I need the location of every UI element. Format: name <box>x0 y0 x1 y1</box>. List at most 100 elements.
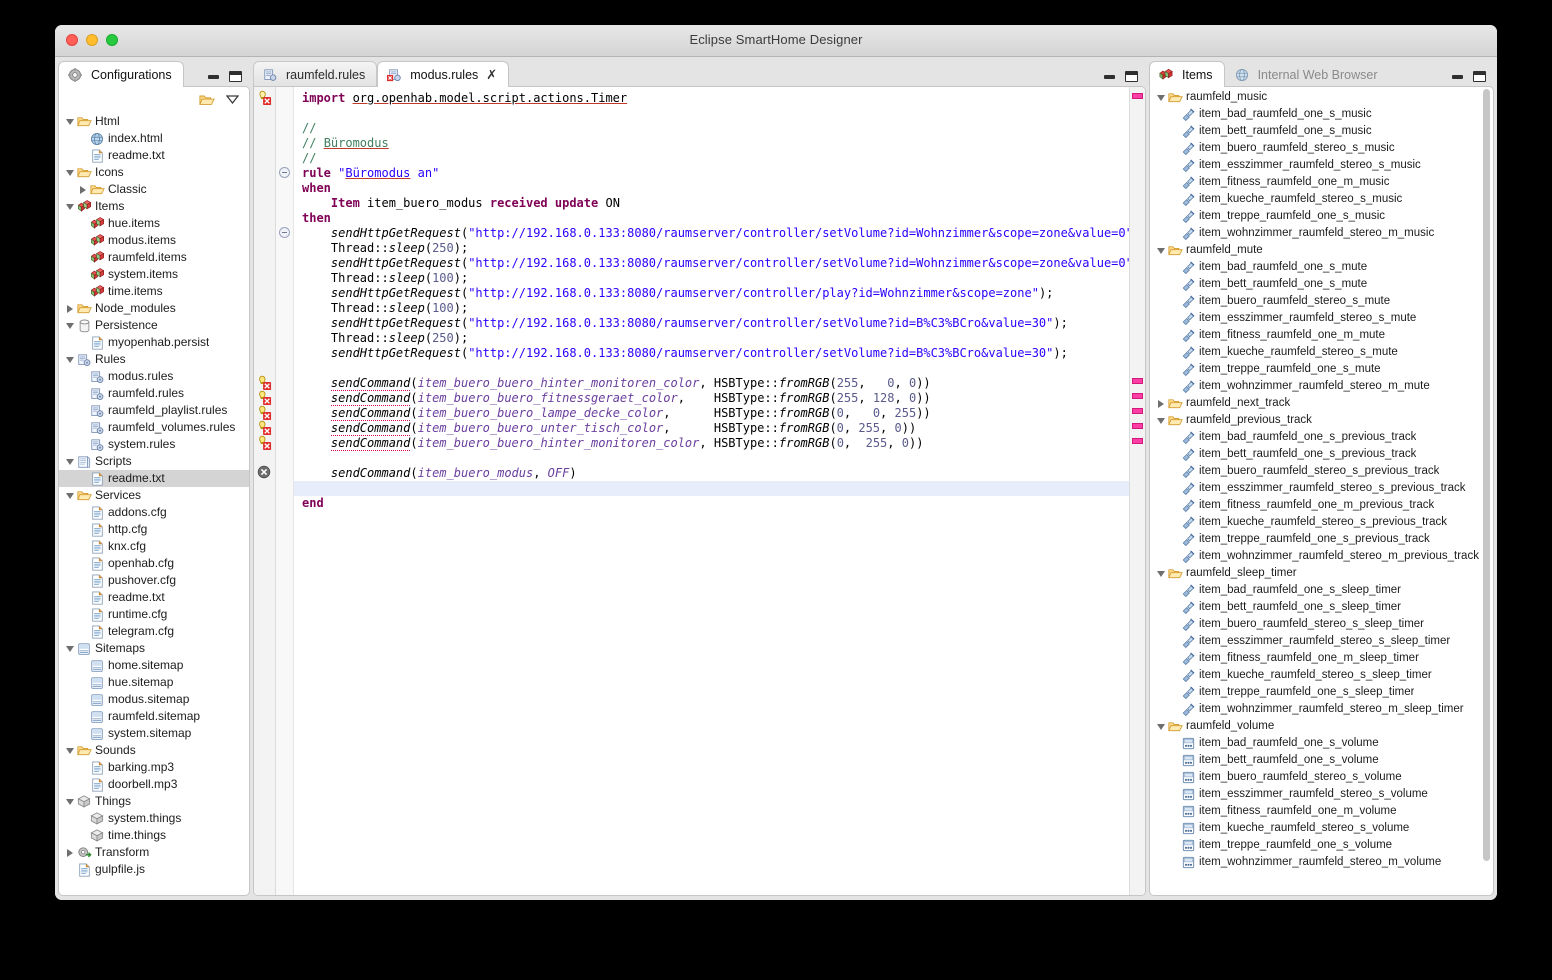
config-tree-item-row[interactable]: gulpfile.js <box>59 861 249 878</box>
chevron-right-icon[interactable] <box>63 304 76 313</box>
items-tree-item-row[interactable]: item_bett_raumfeld_one_s_mute <box>1150 276 1493 293</box>
code-line[interactable] <box>294 361 1129 376</box>
code-line[interactable]: sendCommand(item_buero_buero_lampe_decke… <box>294 406 1129 421</box>
items-tree-item-row[interactable]: item_buero_raumfeld_stereo_s_sleep_timer <box>1150 616 1493 633</box>
config-tree-item-row[interactable]: modus.items <box>59 232 249 249</box>
config-tree-item-row[interactable]: system.sitemap <box>59 725 249 742</box>
code-line[interactable]: sendHttpGetRequest("http://192.168.0.133… <box>294 346 1129 361</box>
items-tree-item-row[interactable]: item_bad_raumfeld_one_s_music <box>1150 106 1493 123</box>
config-tree-item-row[interactable]: readme.txt <box>59 147 249 164</box>
code-line[interactable]: Item item_buero_modus received update ON <box>294 196 1129 211</box>
tab-configurations[interactable]: Configurations <box>58 61 184 87</box>
tab-internal-web-browser[interactable]: Internal Web Browser <box>1225 61 1390 87</box>
maximize-icon[interactable] <box>1473 71 1486 82</box>
config-tree-item-row[interactable]: time.items <box>59 283 249 300</box>
items-tree-item-row[interactable]: item_esszimmer_raumfeld_stereo_s_previou… <box>1150 480 1493 497</box>
warning-quickfix-icon[interactable] <box>257 435 272 455</box>
chevron-down-icon[interactable] <box>63 747 76 754</box>
chevron-down-icon[interactable] <box>63 169 76 176</box>
items-tree-item-row[interactable]: item_kueche_raumfeld_stereo_s_previous_t… <box>1150 514 1493 531</box>
open-folder-icon[interactable] <box>199 93 215 107</box>
items-tree-item-row[interactable]: raumfeld_music <box>1150 89 1493 106</box>
items-tree-item-row[interactable]: item_esszimmer_raumfeld_stereo_s_music <box>1150 157 1493 174</box>
items-tree-item-row[interactable]: item_buero_raumfeld_stereo_s_previous_tr… <box>1150 463 1493 480</box>
chevron-down-icon[interactable] <box>1154 723 1167 730</box>
config-tree-item-row[interactable]: Persistence <box>59 317 249 334</box>
config-tree-item-row[interactable]: Items <box>59 198 249 215</box>
config-tree-item-row[interactable]: barking.mp3 <box>59 759 249 776</box>
items-tree-item-row[interactable]: item_wohnzimmer_raumfeld_stereo_m_music <box>1150 225 1493 242</box>
items-tree-item-row[interactable]: item_bett_raumfeld_one_s_sleep_timer <box>1150 599 1493 616</box>
config-tree-item-row[interactable]: http.cfg <box>59 521 249 538</box>
config-tree-item-row[interactable]: raumfeld_playlist.rules <box>59 402 249 419</box>
items-tree-item-row[interactable]: item_fitness_raumfeld_one_m_mute <box>1150 327 1493 344</box>
items-tree-item-row[interactable]: item_treppe_raumfeld_one_s_volume <box>1150 837 1493 854</box>
items-tree-item-row[interactable]: item_bad_raumfeld_one_s_sleep_timer <box>1150 582 1493 599</box>
editor-tab-modus-rules[interactable]: modus.rules ✗ <box>377 61 510 87</box>
items-tree-item-row[interactable]: raumfeld_next_track <box>1150 395 1493 412</box>
config-tree-item-row[interactable]: raumfeld.rules <box>59 385 249 402</box>
code-line[interactable] <box>294 481 1129 496</box>
error-delete-icon[interactable] <box>257 465 271 484</box>
items-tree-item-row[interactable]: item_treppe_raumfeld_one_s_previous_trac… <box>1150 531 1493 548</box>
code-line[interactable]: sendCommand(item_buero_modus, OFF) <box>294 466 1129 481</box>
config-tree-item-row[interactable]: openhab.cfg <box>59 555 249 572</box>
config-tree-item-row[interactable]: Node_modules <box>59 300 249 317</box>
items-scrollbar[interactable] <box>1482 89 1491 893</box>
items-tree-item-row[interactable]: item_fitness_raumfeld_one_m_volume <box>1150 803 1493 820</box>
config-tree-item-row[interactable]: readme.txt <box>59 589 249 606</box>
code-line[interactable]: Thread::sleep(250); <box>294 241 1129 256</box>
items-tree-item-row[interactable]: item_kueche_raumfeld_stereo_s_music <box>1150 191 1493 208</box>
config-tree-item-row[interactable]: Transform <box>59 844 249 861</box>
chevron-down-icon[interactable] <box>63 203 76 210</box>
items-tree-item-row[interactable]: item_fitness_raumfeld_one_m_sleep_timer <box>1150 650 1493 667</box>
config-tree-item-row[interactable]: runtime.cfg <box>59 606 249 623</box>
ruler-marker[interactable] <box>1132 438 1143 444</box>
maximize-icon[interactable] <box>1125 71 1138 82</box>
config-tree-item-row[interactable]: raumfeld_volumes.rules <box>59 419 249 436</box>
code-line[interactable]: sendCommand(item_buero_buero_hinter_moni… <box>294 436 1129 451</box>
chevron-down-icon[interactable] <box>63 118 76 125</box>
code-line[interactable]: rule "Büromodus an" <box>294 166 1129 181</box>
items-tree-item-row[interactable]: item_esszimmer_raumfeld_stereo_s_volume <box>1150 786 1493 803</box>
ruler-marker[interactable] <box>1132 408 1143 414</box>
fold-collapse-icon[interactable] <box>279 167 290 178</box>
config-tree-item-row[interactable]: myopenhab.persist <box>59 334 249 351</box>
config-tree-item-row[interactable]: raumfeld.sitemap <box>59 708 249 725</box>
minimize-icon[interactable] <box>1452 74 1463 79</box>
config-tree-item-row[interactable]: modus.rules <box>59 368 249 385</box>
code-editor[interactable]: import org.openhab.model.script.actions.… <box>294 87 1129 895</box>
items-tree-item-row[interactable]: item_wohnzimmer_raumfeld_stereo_m_previo… <box>1150 548 1493 565</box>
config-tree-item-row[interactable]: Html <box>59 113 249 130</box>
close-icon[interactable]: ✗ <box>486 67 497 83</box>
items-tree-item-row[interactable]: raumfeld_mute <box>1150 242 1493 259</box>
config-tree-item-row[interactable]: telegram.cfg <box>59 623 249 640</box>
code-line[interactable]: Thread::sleep(100); <box>294 301 1129 316</box>
items-tree-item-row[interactable]: item_esszimmer_raumfeld_stereo_s_mute <box>1150 310 1493 327</box>
items-tree-item-row[interactable]: item_buero_raumfeld_stereo_s_music <box>1150 140 1493 157</box>
config-tree-item-row[interactable]: index.html <box>59 130 249 147</box>
code-line[interactable]: then <box>294 211 1129 226</box>
code-line[interactable]: sendHttpGetRequest("http://192.168.0.133… <box>294 226 1129 241</box>
chevron-right-icon[interactable] <box>63 848 76 857</box>
config-tree-item-row[interactable]: readme.txt <box>59 470 249 487</box>
config-tree-item-row[interactable]: home.sitemap <box>59 657 249 674</box>
code-line[interactable] <box>294 106 1129 121</box>
chevron-down-icon[interactable] <box>63 356 76 363</box>
configurations-tree[interactable]: Html index.html readme.txt Icons Classic… <box>59 112 249 895</box>
config-tree-item-row[interactable]: Services <box>59 487 249 504</box>
config-tree-item-row[interactable]: Sounds <box>59 742 249 759</box>
code-line[interactable]: sendHttpGetRequest("http://192.168.0.133… <box>294 316 1129 331</box>
config-tree-item-row[interactable]: system.items <box>59 266 249 283</box>
code-line[interactable]: Thread::sleep(100); <box>294 271 1129 286</box>
ruler-marker[interactable] <box>1132 93 1143 99</box>
code-line[interactable]: sendCommand(item_buero_buero_hinter_moni… <box>294 376 1129 391</box>
items-tree-item-row[interactable]: item_bad_raumfeld_one_s_volume <box>1150 735 1493 752</box>
editor-tab-raumfeld-rules[interactable]: raumfeld.rules <box>253 61 378 87</box>
code-line[interactable]: Thread::sleep(250); <box>294 331 1129 346</box>
overview-ruler[interactable] <box>1129 87 1145 895</box>
items-tree[interactable]: raumfeld_music item_bad_raumfeld_one_s_m… <box>1150 87 1493 895</box>
minimize-icon[interactable] <box>1104 74 1115 79</box>
code-line[interactable]: end <box>294 496 1129 511</box>
code-line[interactable]: sendHttpGetRequest("http://192.168.0.133… <box>294 286 1129 301</box>
